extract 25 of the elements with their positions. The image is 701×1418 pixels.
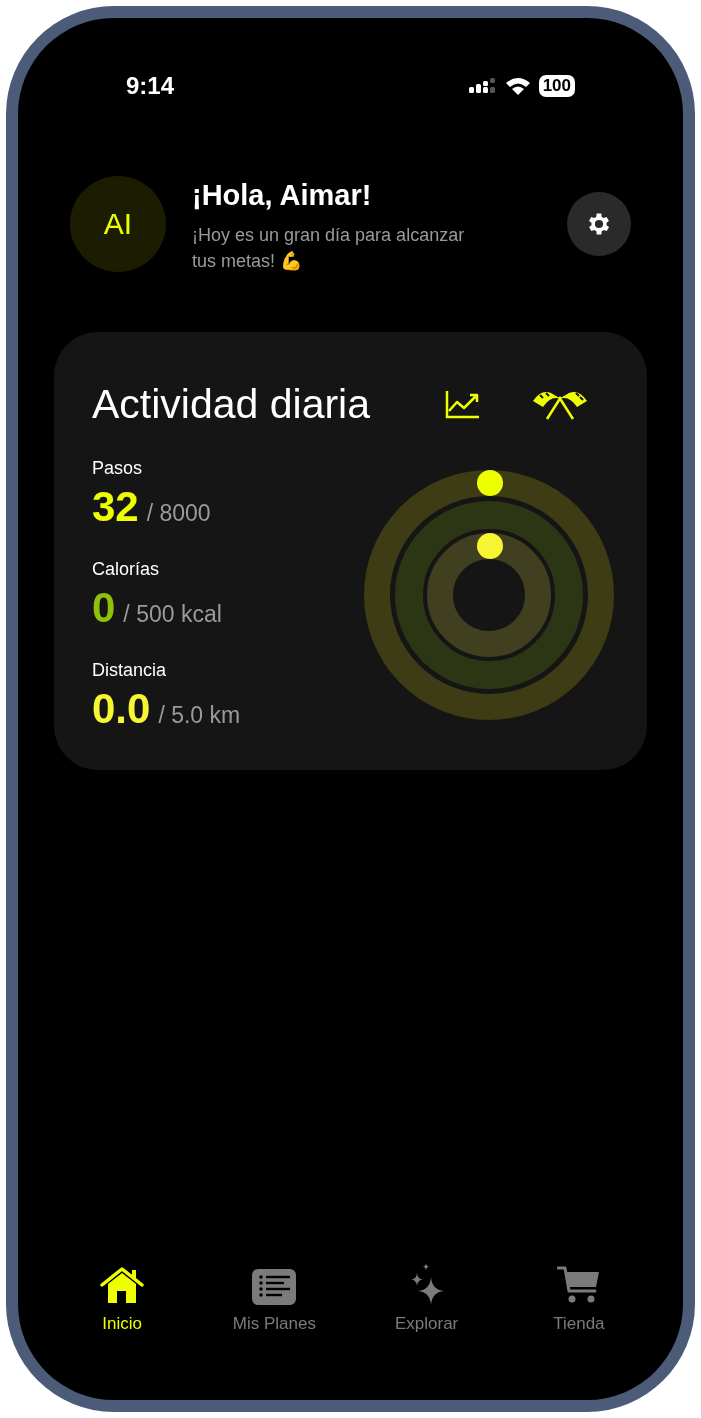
cart-icon [556,1264,601,1305]
metric-goal: / 500 kcal [123,600,222,629]
metric-value: 32 [92,482,139,532]
greeting-subtitle: ¡Hoy es un gran día para alcanzar tus metas! 💪 [192,223,466,273]
card-title: Actividad diaria [92,379,371,429]
metric-label: Distancia [92,659,168,682]
status-time: 9:14 [126,71,175,101]
battery-indicator: 100 [538,75,575,97]
metric-label: Pasos [92,457,144,480]
list-icon [252,1268,297,1305]
tab-bar-item[interactable]: Mis Planes [214,1262,335,1336]
house-icon [99,1264,146,1305]
metric-label: Calorías [92,558,161,581]
metric-goal: / 5.0 km [158,701,241,730]
metric-value: 0 [92,583,116,633]
metric-goal: / 8000 [146,499,211,528]
greeting-title: ¡Hola, Aimar! [192,178,373,213]
tab-bar-item[interactable]: Explorar [366,1262,487,1336]
tab-bar-item[interactable]: Tienda [518,1262,639,1336]
avatar: AI [70,175,166,272]
wifi-icon [504,76,531,96]
tab-bar-item[interactable]: Inicio [62,1262,183,1336]
metric-value: 0.0 [92,684,151,734]
signal-icon [468,77,497,95]
trend-chart-icon[interactable] [445,389,481,420]
